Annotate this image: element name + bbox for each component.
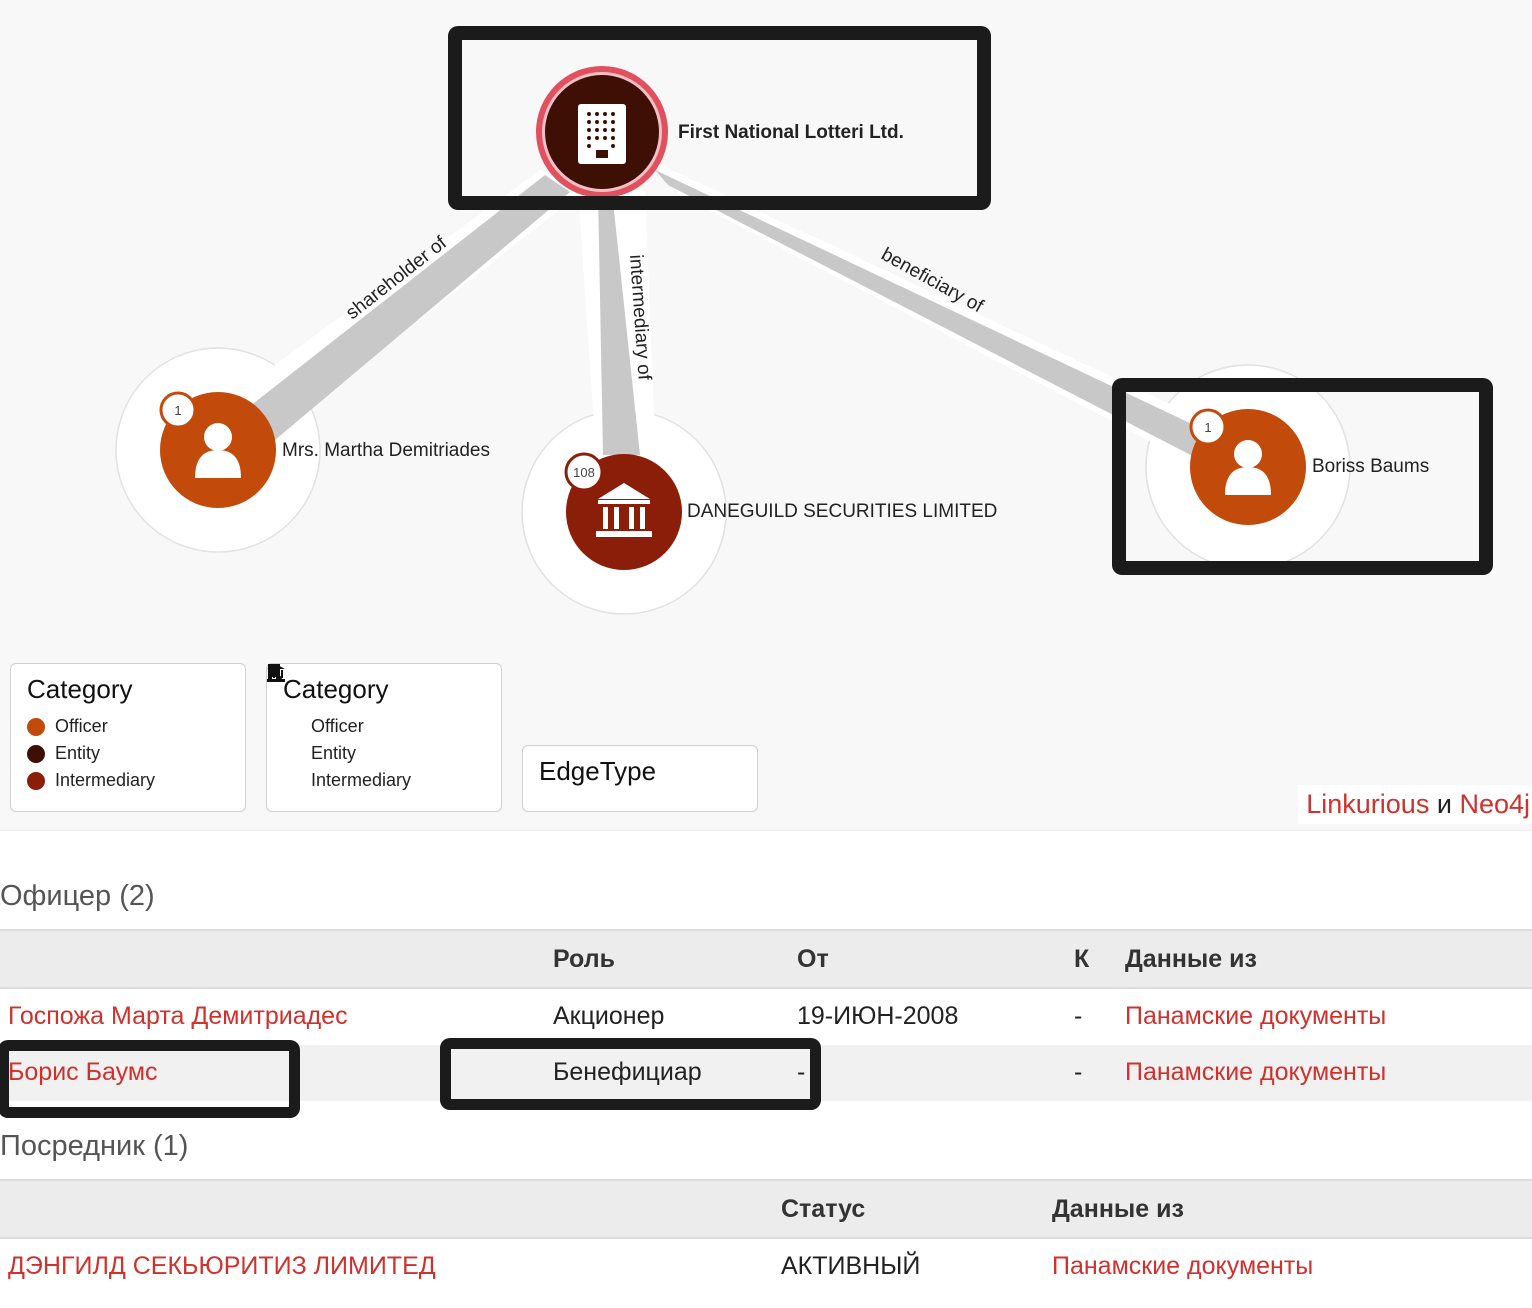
source-link[interactable]: Панамские документы <box>1125 1002 1386 1031</box>
header-source: Данные из <box>1125 945 1257 973</box>
header-role: Роль <box>553 945 615 973</box>
building-icon <box>268 664 301 763</box>
officers-table-header: Роль От К Данные из <box>0 929 1532 989</box>
legend-item-entity[interactable]: Entity <box>268 664 485 767</box>
entity-color-swatch <box>27 744 45 763</box>
credits-conjunction: и <box>1436 789 1452 819</box>
node-label-daneguild: DANEGUILD SECURITIES LIMITED <box>687 501 998 522</box>
officer-name-link[interactable]: Госпожа Марта Демитриадес <box>8 1002 348 1031</box>
source-link[interactable]: Панамские документы <box>1125 1058 1386 1087</box>
officer-from: 19-ИЮН-2008 <box>797 1002 959 1030</box>
linkurious-link[interactable]: Linkurious <box>1306 789 1429 819</box>
node-martha[interactable]: 1 <box>159 391 276 508</box>
legend-item-label: Officer <box>55 716 108 736</box>
legend-item-label: Entity <box>311 743 357 763</box>
edge-beneficiary-of[interactable] <box>655 170 1215 465</box>
neo4j-link[interactable]: Neo4j <box>1459 789 1530 819</box>
officers-section-title: Офицер (2) <box>0 880 155 912</box>
legend-item-entity[interactable]: Entity <box>27 740 229 767</box>
badge-count: 1 <box>174 403 181 418</box>
officer-to: - <box>1074 1002 1083 1030</box>
legend-title: Category <box>27 674 133 704</box>
node-label-first-national: First National Lotteri Ltd. <box>678 122 904 143</box>
edge-shareholder-of[interactable] <box>245 175 570 440</box>
header-from: От <box>797 945 829 973</box>
building-icon <box>578 104 626 164</box>
officer-from: - <box>797 1058 806 1086</box>
node-first-national[interactable] <box>536 66 668 198</box>
legend-edge-type: EdgeType <box>522 745 758 812</box>
legend-title: EdgeType <box>539 756 657 786</box>
person-icon <box>268 665 301 736</box>
table-row: ДЭНГИЛД СЕКЬЮРИТИЗ ЛИМИТЕД АКТИВНЫЙ Пана… <box>0 1239 1532 1295</box>
badge-count: 1 <box>1204 420 1211 435</box>
badge-count: 108 <box>573 465 595 480</box>
officer-role: Акционер <box>553 1002 665 1030</box>
table-row: Борис Баумс Бенефициар - - Панамские док… <box>0 1045 1532 1101</box>
intermediaries-table-header: Статус Данные из <box>0 1179 1532 1239</box>
legend-category-color: Category Officer Entity Intermediary <box>10 663 246 812</box>
table-row: Госпожа Марта Демитриадес Акционер 19-ИЮ… <box>0 989 1532 1045</box>
legend-item-label: Intermediary <box>55 770 156 790</box>
legend-item-officer[interactable]: Officer <box>27 713 229 740</box>
header-status: Статус <box>781 1195 866 1223</box>
graph-canvas[interactable]: shareholder of intermediary of beneficia… <box>0 0 1532 831</box>
legend-item-intermediary[interactable]: Intermediary <box>267 664 485 794</box>
bank-icon <box>267 664 301 790</box>
legend-item-officer[interactable]: Officer <box>268 665 485 740</box>
node-label-martha: Mrs. Martha Demitriades <box>282 440 490 461</box>
node-label-boriss: Boriss Baums <box>1312 456 1430 477</box>
officer-role: Бенефициар <box>553 1058 702 1086</box>
header-source: Данные из <box>1052 1195 1184 1223</box>
officer-to: - <box>1074 1058 1083 1086</box>
legend-item-label: Intermediary <box>311 770 412 790</box>
node-daneguild[interactable]: 108 <box>564 452 682 570</box>
legend-item-label: Entity <box>55 743 101 763</box>
legend-item-intermediary[interactable]: Intermediary <box>27 767 229 794</box>
intermediary-status: АКТИВНЫЙ <box>781 1252 921 1280</box>
officer-color-swatch <box>27 717 45 736</box>
intermediary-name-link[interactable]: ДЭНГИЛД СЕКЬЮРИТИЗ ЛИМИТЕД <box>8 1252 436 1281</box>
legend-title: Category <box>283 674 389 704</box>
legend-category-icon: Category Officer Entity Intermediary <box>266 663 502 812</box>
source-link[interactable]: Панамские документы <box>1052 1252 1313 1281</box>
intermediary-color-swatch <box>27 771 45 790</box>
credits: Linkurious и Neo4j <box>1298 785 1532 824</box>
officer-name-link[interactable]: Борис Баумс <box>8 1058 158 1087</box>
node-boriss[interactable]: 1 <box>1189 408 1306 525</box>
header-to: К <box>1074 945 1090 973</box>
intermediaries-section-title: Посредник (1) <box>0 1130 189 1162</box>
legend-item-label: Officer <box>311 716 364 736</box>
